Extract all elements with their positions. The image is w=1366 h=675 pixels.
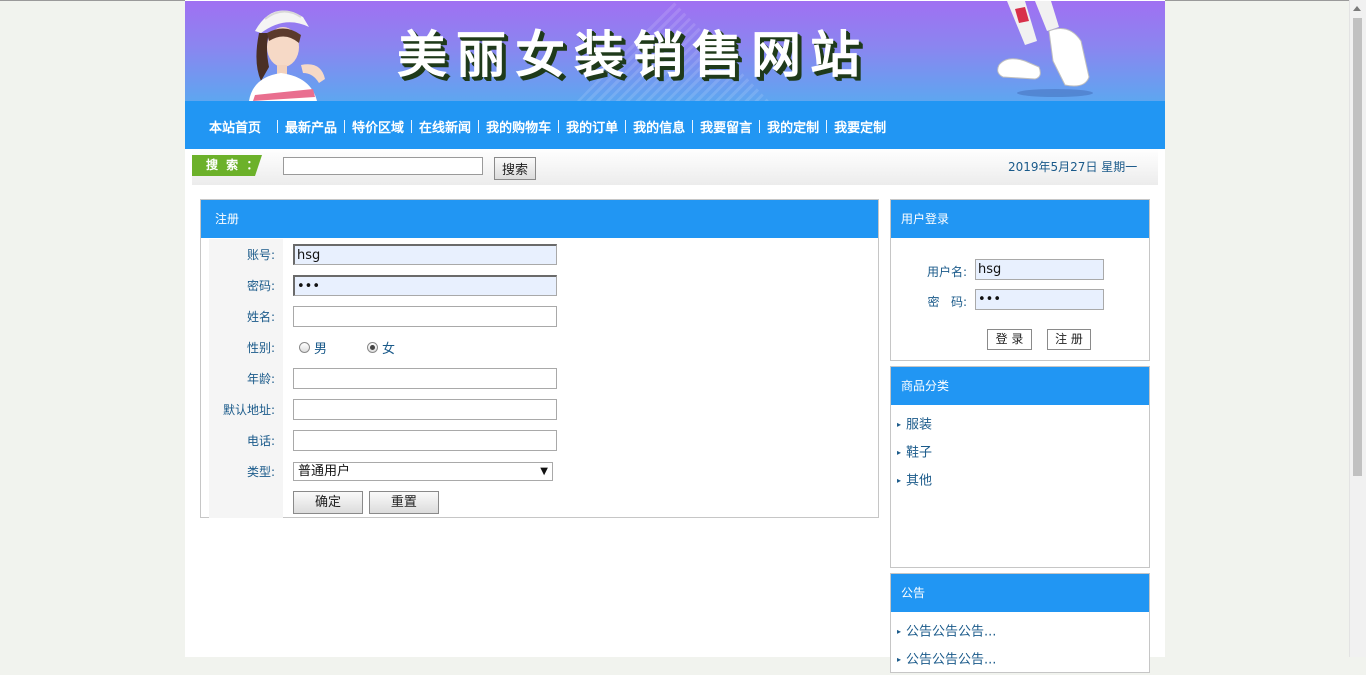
phone-label: 电话: <box>209 425 283 456</box>
bullet-arrow-icon: ▸ <box>897 655 902 664</box>
category-item-clothing[interactable]: ▸ 服装 <box>897 411 932 439</box>
category-list: ▸ 服装 ▸ 鞋子 ▸ 其他 <box>897 411 932 495</box>
gender-female-label[interactable]: 女 <box>382 338 395 357</box>
user-type-selected: 普通用户 <box>298 464 351 479</box>
sneaker-legs-image <box>997 1 1093 97</box>
register-panel-title: 注册 <box>201 200 878 238</box>
login-panel-title: 用户登录 <box>891 200 1149 238</box>
bullet-arrow-icon: ▸ <box>897 420 902 429</box>
site-banner: 美丽女装销售网站 <box>185 1 1165 101</box>
gender-male-radio[interactable] <box>299 342 310 353</box>
nav-item-new-products[interactable]: 最新产品 <box>270 117 337 136</box>
category-item-shoes[interactable]: ▸ 鞋子 <box>897 439 932 467</box>
page-container: 美丽女装销售网站 本站首页 最新产品 特价区域 在线新闻 我的购物车 我的订单 … <box>185 0 1165 673</box>
gender-label: 性别: <box>209 332 283 363</box>
nav-item-specials[interactable]: 特价区域 <box>337 117 404 136</box>
login-button[interactable]: 登 录 <box>987 329 1032 350</box>
login-username-input[interactable] <box>975 259 1104 280</box>
reset-button[interactable]: 重置 <box>368 491 439 514</box>
category-panel-title: 商品分类 <box>891 367 1149 405</box>
notice-item[interactable]: ▸ 公告公告公告... <box>897 618 996 646</box>
password-label: 密码: <box>209 270 283 301</box>
search-bar: 搜 索 ： 搜索 2019年5月27日 星期一 <box>192 149 1158 185</box>
search-input[interactable] <box>283 157 483 175</box>
buttons-label-cell <box>209 487 283 518</box>
search-button[interactable]: 搜索 <box>494 157 536 180</box>
notice-list: ▸ 公告公告公告... ▸ 公告公告公告... <box>897 618 996 674</box>
phone-field[interactable] <box>293 430 557 451</box>
nav-item-home[interactable]: 本站首页 <box>209 117 270 136</box>
category-panel: 商品分类 ▸ 服装 ▸ 鞋子 ▸ 其他 <box>890 366 1150 568</box>
password-field[interactable] <box>293 275 557 296</box>
register-panel: 注册 账号: 密码: 姓名: 性别: 男 <box>200 199 879 518</box>
notice-panel-title: 公告 <box>891 574 1149 612</box>
confirm-button[interactable]: 确定 <box>293 491 363 514</box>
model-girl-image <box>249 10 325 101</box>
type-label: 类型: <box>209 456 283 487</box>
search-tag-label: 搜 索 ： <box>192 155 262 176</box>
login-password-input[interactable] <box>975 289 1104 310</box>
chevron-down-icon: ▼ <box>540 466 548 477</box>
register-form: 账号: 密码: 姓名: 性别: 男 女 <box>209 239 557 518</box>
main-navigation: 本站首页 最新产品 特价区域 在线新闻 我的购物车 我的订单 我的信息 我要留言… <box>185 101 1165 149</box>
gender-radio-group: 男 女 <box>293 338 557 357</box>
nav-item-news[interactable]: 在线新闻 <box>404 117 471 136</box>
notice-item[interactable]: ▸ 公告公告公告... <box>897 646 996 674</box>
nav-item-my-info[interactable]: 我的信息 <box>618 117 685 136</box>
login-username-label: 用户名: <box>926 265 967 279</box>
notice-panel: 公告 ▸ 公告公告公告... ▸ 公告公告公告... <box>890 573 1150 673</box>
address-label: 默认地址: <box>209 394 283 425</box>
nav-item-cart[interactable]: 我的购物车 <box>471 117 551 136</box>
nav-item-leave-message[interactable]: 我要留言 <box>685 117 752 136</box>
age-label: 年龄: <box>209 363 283 394</box>
account-label: 账号: <box>209 239 283 270</box>
category-item-other[interactable]: ▸ 其他 <box>897 467 932 495</box>
bullet-arrow-icon: ▸ <box>897 448 902 457</box>
age-field[interactable] <box>293 368 557 389</box>
name-field[interactable] <box>293 306 557 327</box>
account-field[interactable] <box>293 244 557 265</box>
login-password-label: 密 码: <box>927 295 968 309</box>
gender-male-label[interactable]: 男 <box>314 338 327 357</box>
nav-item-request-custom[interactable]: 我要定制 <box>819 117 886 136</box>
scroll-up-arrow-icon[interactable] <box>1353 6 1361 11</box>
nav-item-my-custom[interactable]: 我的定制 <box>752 117 819 136</box>
address-field[interactable] <box>293 399 557 420</box>
site-title: 美丽女装销售网站 <box>397 26 869 84</box>
nav-item-orders[interactable]: 我的订单 <box>551 117 618 136</box>
scrollbar-thumb[interactable] <box>1353 18 1362 476</box>
login-register-button[interactable]: 注 册 <box>1047 329 1091 350</box>
bullet-arrow-icon: ▸ <box>897 476 902 485</box>
current-date: 2019年5月27日 星期一 <box>1008 160 1138 174</box>
name-label: 姓名: <box>209 301 283 332</box>
gender-female-radio[interactable] <box>367 342 379 353</box>
login-panel: 用户登录 用户名: 密 码: 登 录 注 册 <box>890 199 1150 361</box>
bullet-arrow-icon: ▸ <box>897 627 902 636</box>
user-type-select[interactable]: 普通用户 ▼ <box>293 462 553 481</box>
